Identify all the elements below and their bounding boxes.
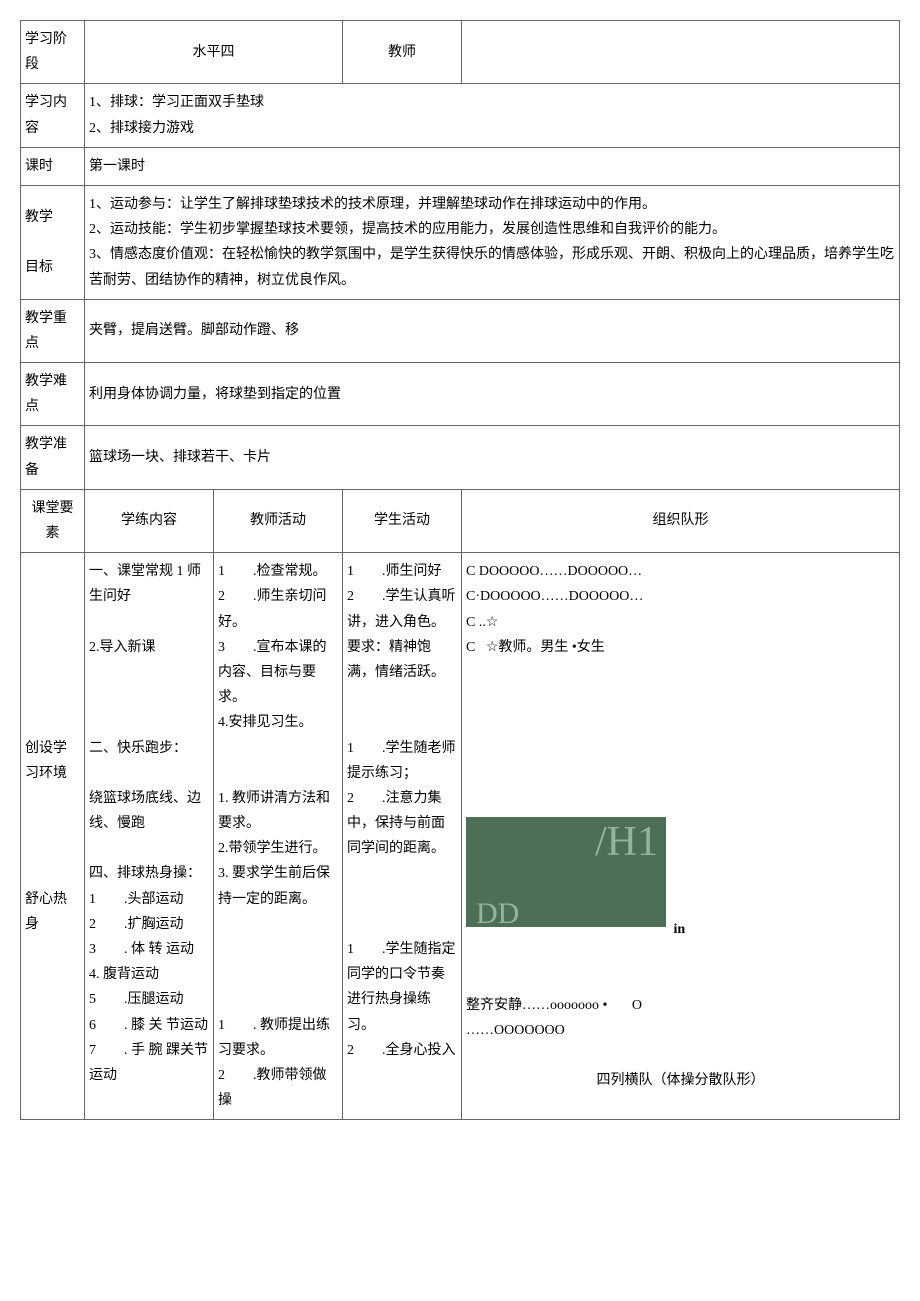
content-f2: 2 .扩胸运动 bbox=[89, 912, 209, 937]
prep-value: 篮球场一块、排球若干、卡片 bbox=[85, 426, 900, 489]
period-row: 课时 第一课时 bbox=[21, 147, 900, 185]
teacher-b2: 2.带领学生进行。 bbox=[218, 836, 338, 861]
teacher-value bbox=[462, 21, 900, 84]
teacher-label: 教师 bbox=[343, 21, 462, 84]
student-a1: 1 .师生问好 bbox=[347, 559, 457, 584]
prep-row: 教学准备 篮球场一块、排球若干、卡片 bbox=[21, 426, 900, 489]
stage-value: 水平四 bbox=[85, 21, 343, 84]
teacher-a2: 2 .师生亲切问好。 bbox=[218, 584, 338, 634]
col1-label: 学练内容 bbox=[85, 489, 214, 552]
teacher-c2: 2 .教师带领做操 bbox=[218, 1063, 338, 1113]
keypoint-value: 夹臂，提肩送臂。脚部动作蹬、移 bbox=[85, 299, 900, 362]
content-f1: 1 .头部运动 bbox=[89, 887, 209, 912]
keypoint-label: 教学重点 bbox=[21, 299, 85, 362]
student-activity-cell: 1 .师生问好 2 .学生认真听讲，进入角色。 要求：精神饱满，情绪活跃。 1 … bbox=[343, 553, 462, 1120]
objectives-line3: 3、情感态度价值观：在轻松愉快的教学氛围中，是学生获得快乐的情感体验，形成乐观、… bbox=[89, 242, 895, 292]
objectives-label: 教学 目标 bbox=[21, 185, 85, 299]
teacher-activity-cell: 1 .检查常规。 2 .师生亲切问好。 3 .宣布本课的内容、目标与要求。 4.… bbox=[214, 553, 343, 1120]
header-row: 学习阶段 水平四 教师 bbox=[21, 21, 900, 84]
activity-row: 创设学习环境 舒心热身 一、课堂常规 1 师生问好 2.导入新课 二、快乐跑步：… bbox=[21, 553, 900, 1120]
objectives-value: 1、运动参与：让学生了解排球垫球技术的技术原理，并理解垫球动作在排球运动中的作用… bbox=[85, 185, 900, 299]
difficulty-label: 教学难点 bbox=[21, 363, 85, 426]
content-f4: 4. 腹背运动 bbox=[89, 962, 209, 987]
col0-label: 课堂要素 bbox=[21, 489, 85, 552]
form-a2: C·DOOOOO……DOOOOO… bbox=[466, 584, 895, 609]
content-line1: 1、排球：学习正面双手垫球 bbox=[89, 90, 895, 115]
form-b3: 四列横队（体操分散队形） bbox=[466, 1068, 895, 1093]
placeholder-h1: /H1 bbox=[595, 821, 658, 863]
placeholder-image: /H1 DD bbox=[466, 817, 666, 927]
content-f7: 7 . 手 腕 踝关节运动 bbox=[89, 1038, 209, 1088]
objectives-line1: 1、运动参与：让学生了解排球垫球技术的技术原理，并理解垫球动作在排球运动中的作用… bbox=[89, 192, 895, 217]
objectives-label1: 教学 bbox=[25, 205, 80, 230]
activity-label-a: 创设学习环境 bbox=[25, 736, 80, 786]
content-value: 1、排球：学习正面双手垫球 2、排球接力游戏 bbox=[85, 84, 900, 147]
prep-label: 教学准备 bbox=[21, 426, 85, 489]
in-label: in bbox=[674, 917, 686, 942]
content-a: 一、课堂常规 1 师生问好 bbox=[89, 559, 209, 609]
placeholder-pp: DD bbox=[476, 899, 519, 929]
student-a3: 要求：精神饱满，情绪活跃。 bbox=[347, 635, 457, 685]
lesson-plan-table: 学习阶段 水平四 教师 学习内容 1、排球：学习正面双手垫球 2、排球接力游戏 … bbox=[20, 20, 900, 1120]
student-a2: 2 .学生认真听讲，进入角色。 bbox=[347, 584, 457, 634]
columns-header-row: 课堂要素 学练内容 教师活动 学生活动 组织队形 bbox=[21, 489, 900, 552]
content-c: 二、快乐跑步： bbox=[89, 736, 209, 761]
content-b: 2.导入新课 bbox=[89, 635, 209, 660]
difficulty-value: 利用身体协调力量，将球垫到指定的位置 bbox=[85, 363, 900, 426]
content-f5: 5 .压腿运动 bbox=[89, 987, 209, 1012]
content-label: 学习内容 bbox=[21, 84, 85, 147]
keypoint-row: 教学重点 夹臂，提肩送臂。脚部动作蹬、移 bbox=[21, 299, 900, 362]
formation-cell: C DOOOOO……DOOOOO… C·DOOOOO……DOOOOO… C ..… bbox=[462, 553, 900, 1120]
content-row: 学习内容 1、排球：学习正面双手垫球 2、排球接力游戏 bbox=[21, 84, 900, 147]
period-label: 课时 bbox=[21, 147, 85, 185]
content-line2: 2、排球接力游戏 bbox=[89, 116, 895, 141]
teacher-a1: 1 .检查常规。 bbox=[218, 559, 338, 584]
teacher-b3: 3. 要求学生前后保持一定的距离。 bbox=[218, 861, 338, 911]
activity-label-b: 舒心热身 bbox=[25, 887, 80, 937]
content-f6: 6 . 膝 关 节运动 bbox=[89, 1013, 209, 1038]
lesson-plan-page: 学习阶段 水平四 教师 学习内容 1、排球：学习正面双手垫球 2、排球接力游戏 … bbox=[20, 20, 900, 1120]
activity-label-cell: 创设学习环境 舒心热身 bbox=[21, 553, 85, 1120]
student-c2: 2 .全身心投入 bbox=[347, 1038, 457, 1063]
difficulty-row: 教学难点 利用身体协调力量，将球垫到指定的位置 bbox=[21, 363, 900, 426]
teacher-c1: 1 . 教师提出练习要求。 bbox=[218, 1013, 338, 1063]
col2-label: 教师活动 bbox=[214, 489, 343, 552]
form-a1: C DOOOOO……DOOOOO… bbox=[466, 559, 895, 584]
teacher-b1: 1. 教师讲清方法和要求。 bbox=[218, 786, 338, 836]
student-c1: 1 .学生随指定同学的口令节奏进行热身操练习。 bbox=[347, 937, 457, 1038]
form-b2: ……OOOOOOO bbox=[466, 1018, 895, 1043]
teacher-a3: 3 .宣布本课的内容、目标与要求。 bbox=[218, 635, 338, 711]
teacher-a4: 4.安排见习生。 bbox=[218, 710, 338, 735]
student-b2: 2 .注意力集中，保持与前面同学间的距离。 bbox=[347, 786, 457, 862]
period-value: 第一课时 bbox=[85, 147, 900, 185]
form-a3: C ..☆ bbox=[466, 610, 895, 635]
form-b1: 整齐安静……ooooooo • O bbox=[466, 993, 895, 1018]
student-b1: 1 .学生随老师提示练习； bbox=[347, 736, 457, 786]
content-e: 四、排球热身操： bbox=[89, 861, 209, 886]
content-f3: 3 . 体 转 运动 bbox=[89, 937, 209, 962]
practice-content-cell: 一、课堂常规 1 师生问好 2.导入新课 二、快乐跑步： 绕篮球场底线、边线、慢… bbox=[85, 553, 214, 1120]
col4-label: 组织队形 bbox=[462, 489, 900, 552]
objectives-row: 教学 目标 1、运动参与：让学生了解排球垫球技术的技术原理，并理解垫球动作在排球… bbox=[21, 185, 900, 299]
content-d: 绕篮球场底线、边线、慢跑 bbox=[89, 786, 209, 836]
formation-image-row: /H1 DD in bbox=[466, 811, 895, 942]
col3-label: 学生活动 bbox=[343, 489, 462, 552]
form-a4: C ☆教师。男生 •女生 bbox=[466, 635, 895, 660]
objectives-label2: 目标 bbox=[25, 255, 80, 280]
objectives-line2: 2、运动技能：学生初步掌握垫球技术要领，提高技术的应用能力，发展创造性思维和自我… bbox=[89, 217, 895, 242]
stage-label: 学习阶段 bbox=[21, 21, 85, 84]
